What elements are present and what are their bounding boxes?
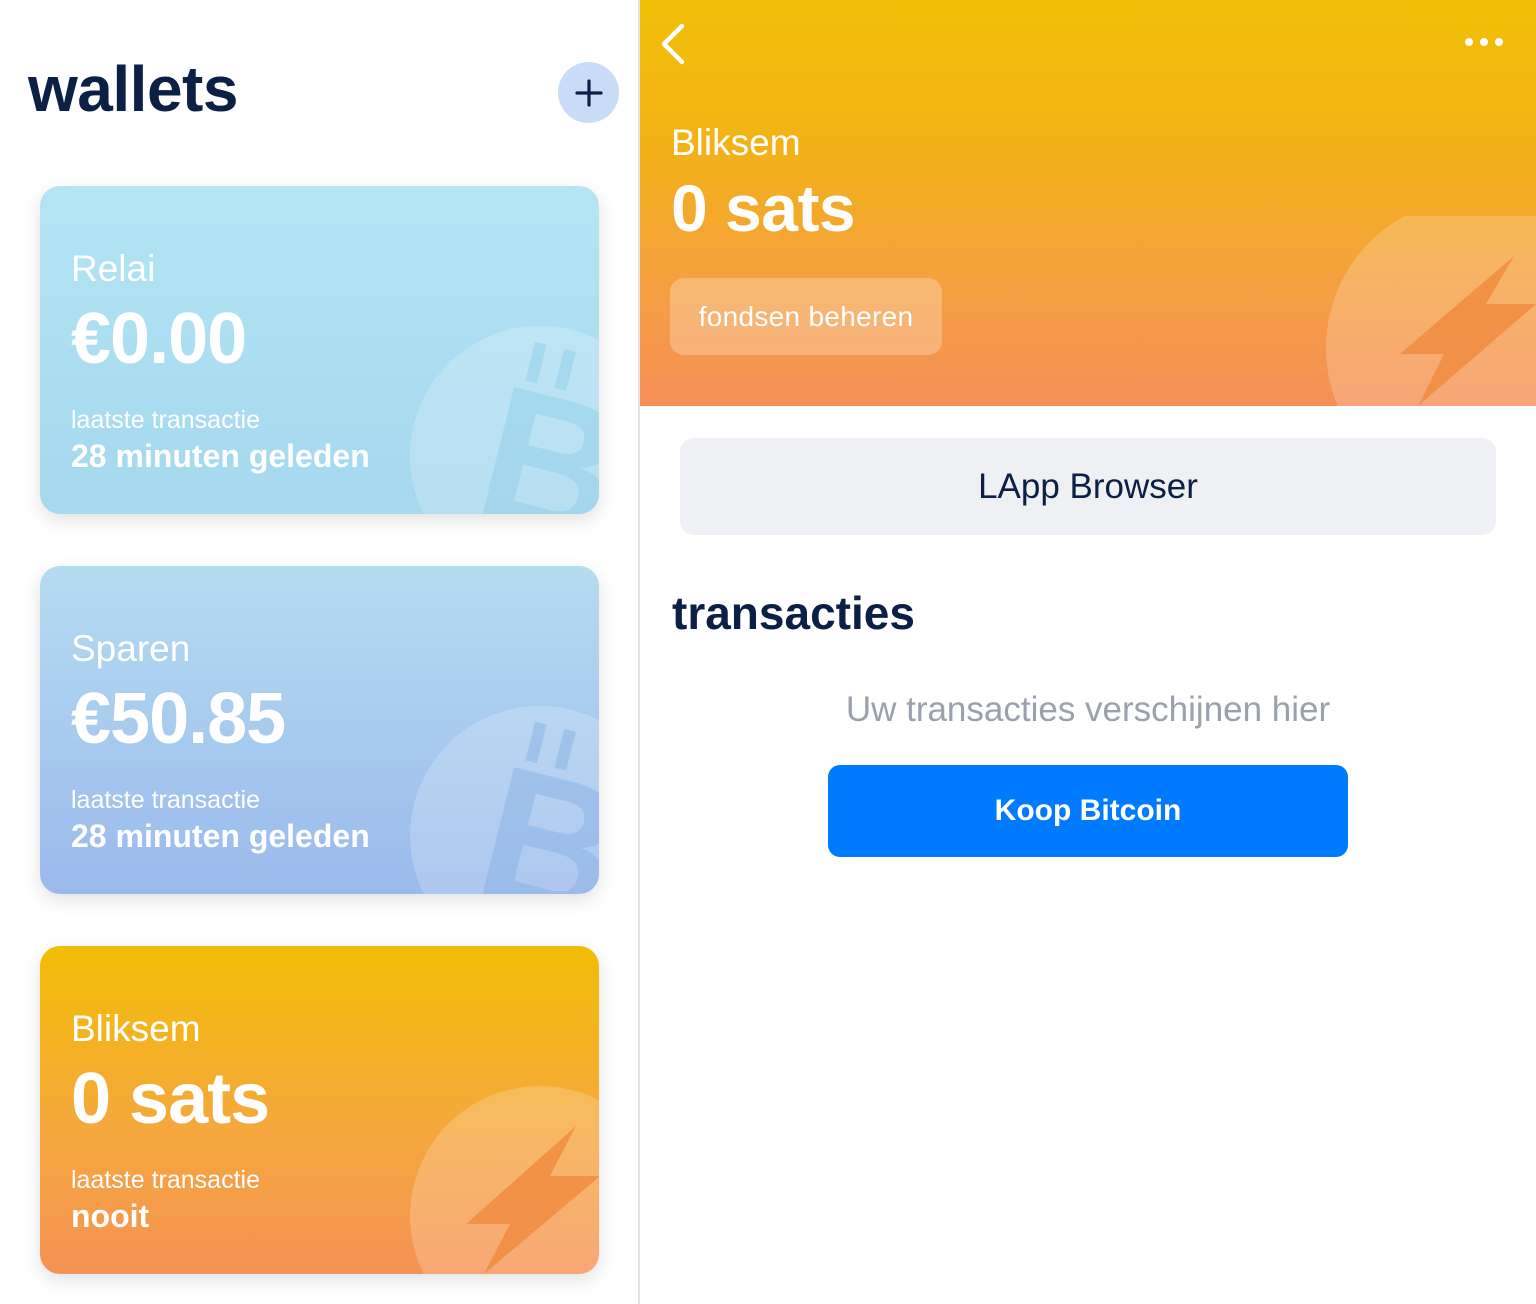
wallet-balance: €50.85 <box>71 679 286 759</box>
last-transaction-value: nooit <box>71 1198 150 1234</box>
wallet-header: Bliksem 0 sats fondsen beheren <box>640 0 1536 406</box>
wallet-card-sparen[interactable]: B Sparen €50.85 laatste transactie 28 mi… <box>40 566 599 894</box>
last-transaction-value: 28 minuten geleden <box>71 818 370 854</box>
chevron-left-icon <box>661 23 685 65</box>
manage-funds-button[interactable]: fondsen beheren <box>670 278 942 355</box>
lightning-icon <box>1326 216 1536 406</box>
bitcoin-icon: B <box>410 326 599 514</box>
page-title: wallets <box>28 53 238 125</box>
add-wallet-button[interactable] <box>558 62 619 123</box>
buy-bitcoin-button[interactable]: Koop Bitcoin <box>828 765 1348 857</box>
last-transaction-label: laatste transactie <box>71 1166 260 1194</box>
last-transaction-label: laatste transactie <box>71 406 260 434</box>
wallet-detail-panel: Bliksem 0 sats fondsen beheren LApp Brow… <box>640 0 1536 1304</box>
wallet-card-bliksem[interactable]: Bliksem 0 sats laatste transactie nooit <box>40 946 599 1274</box>
plus-icon <box>574 78 603 107</box>
wallet-name: Bliksem <box>71 1008 201 1049</box>
more-options-button[interactable] <box>1462 28 1506 56</box>
empty-transactions-message: Uw transacties verschijnen hier <box>845 690 1331 729</box>
wallet-name: Relai <box>71 248 156 289</box>
wallets-panel: wallets B Relai €0.00 laatste transactie… <box>0 0 638 1304</box>
last-transaction-label: laatste transactie <box>71 786 260 814</box>
lightning-icon <box>410 1086 599 1274</box>
more-horizontal-icon <box>1465 38 1503 46</box>
wallet-balance: 0 sats <box>671 171 856 245</box>
wallet-name: Bliksem <box>671 122 801 163</box>
transactions-title: transacties <box>672 587 915 639</box>
last-transaction-value: 28 minuten geleden <box>71 438 370 474</box>
lapp-browser-button[interactable]: LApp Browser <box>680 438 1496 535</box>
wallet-balance: €0.00 <box>71 299 247 379</box>
bitcoin-icon: B <box>410 706 599 894</box>
back-button[interactable] <box>654 20 694 68</box>
wallet-card-relai[interactable]: B Relai €0.00 laatste transactie 28 minu… <box>40 186 599 514</box>
wallet-name: Sparen <box>71 628 191 669</box>
wallet-balance: 0 sats <box>71 1059 270 1139</box>
